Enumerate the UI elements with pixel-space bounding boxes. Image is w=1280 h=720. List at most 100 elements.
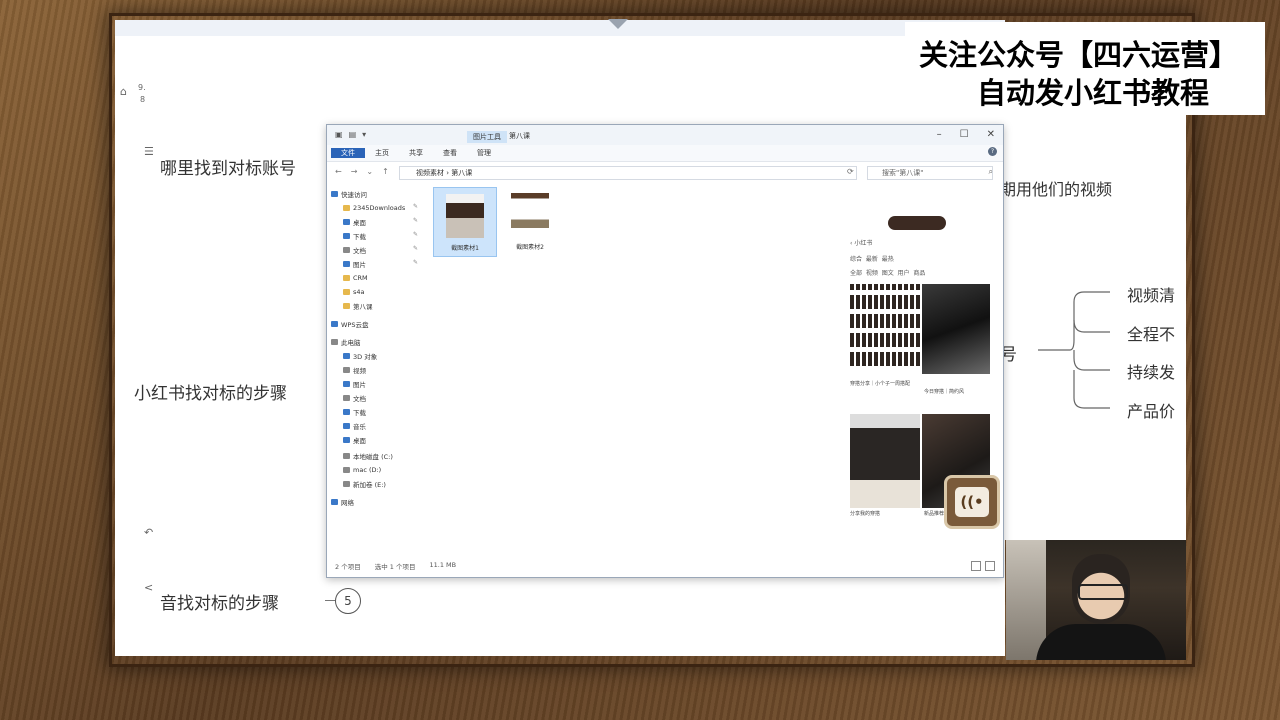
download-icon	[343, 233, 350, 239]
pin-icon: ✎	[413, 259, 419, 266]
presenter-body	[1036, 624, 1166, 660]
navigation-pane[interactable]: 快速访问 2345Downloads 桌面 下载 文档 图片 CRM s4a 第…	[331, 189, 427, 529]
back-icon[interactable]: ←	[335, 167, 342, 176]
undo-icon[interactable]: ↶	[144, 527, 153, 538]
nav-item[interactable]: 图片	[343, 379, 366, 389]
preview-photo	[922, 284, 990, 374]
dropdown-icon[interactable]: ▾	[362, 130, 366, 139]
forward-icon[interactable]: →	[351, 167, 358, 176]
collapse-arrow-icon[interactable]	[608, 19, 628, 29]
pin-icon: ✎	[413, 245, 419, 252]
address-bar[interactable]: 视频素材 › 第八课	[399, 166, 857, 180]
file-thumbnail[interactable]: 截图素材2	[499, 187, 561, 255]
nav-item[interactable]: 3D 对象	[343, 351, 377, 361]
background-shelf	[1006, 540, 1046, 660]
nav-item[interactable]: 桌面	[343, 435, 366, 445]
desktop-icon	[343, 219, 350, 225]
list-icon[interactable]: ☰	[144, 146, 154, 157]
nav-item[interactable]: 2345Downloads	[343, 203, 405, 213]
nav-item[interactable]: 文档	[343, 245, 366, 255]
nav-item[interactable]: CRM	[343, 273, 368, 283]
drive-icon	[343, 453, 350, 459]
view-toggle[interactable]	[971, 561, 995, 571]
nav-item[interactable]: 图片	[343, 259, 366, 269]
pin-icon: ✎	[413, 203, 419, 210]
nav-item[interactable]: mac (D:)	[343, 465, 381, 475]
preview-caption: 分享我的穿搭	[850, 511, 881, 517]
banner-line-1: 关注公众号【四六运营】	[919, 38, 1239, 72]
toolbar-label: 9.	[138, 83, 146, 92]
window-title: 第八课	[509, 132, 530, 140]
large-icons-view-icon[interactable]	[985, 561, 995, 571]
video-icon	[343, 367, 350, 373]
node-find-benchmark-account[interactable]: 哪里找到对标账号	[160, 154, 296, 179]
document-icon	[343, 395, 350, 401]
node-douyin-steps[interactable]: 音找对标的步骤	[160, 589, 279, 614]
node-use-their-videos[interactable]: 期用他们的视频	[1000, 176, 1112, 200]
branch-item[interactable]: 持续发	[1127, 359, 1175, 383]
nav-quick-access[interactable]: 快速访问	[331, 189, 367, 199]
refresh-icon[interactable]: ⟳	[847, 167, 854, 176]
ribbon-tab-manage[interactable]: 管理	[467, 148, 501, 158]
branch-item[interactable]: 产品价	[1127, 398, 1175, 422]
window-controls[interactable]: – ☐ ✕	[937, 129, 995, 140]
pictures-icon	[343, 381, 350, 387]
network-icon	[331, 499, 338, 505]
nav-item[interactable]: 下载	[343, 231, 366, 241]
search-icon[interactable]: ⌕	[989, 167, 993, 177]
preview-filters: 全部 视频 图文 用户 商品	[850, 270, 926, 277]
nav-arrows[interactable]: ← → ⌄ ↑	[335, 167, 389, 176]
up-icon[interactable]: ↑	[382, 167, 389, 176]
nav-item[interactable]: 本地磁盘 (C:)	[343, 451, 393, 461]
nav-item[interactable]: 音乐	[343, 421, 366, 431]
explorer-titlebar[interactable]: ▣ ▤ ▾ 图片工具 第八课 – ☐ ✕	[327, 125, 1003, 145]
computer-icon	[331, 339, 338, 345]
maximize-icon[interactable]: ☐	[960, 129, 969, 140]
details-view-icon[interactable]	[971, 561, 981, 571]
floating-app-icon[interactable]: ((•	[944, 475, 1000, 529]
file-name: 截图素材2	[516, 244, 544, 251]
nav-item[interactable]: WPS云盘	[331, 319, 368, 329]
help-icon[interactable]: ?	[988, 147, 997, 156]
presenter-glasses	[1078, 584, 1128, 600]
search-input[interactable]: 搜索"第八课"	[867, 166, 993, 180]
preview-image-grid	[850, 284, 920, 366]
pin-icon: ✎	[413, 217, 419, 224]
new-folder-icon[interactable]: ▤	[349, 130, 357, 139]
cloud-icon	[331, 321, 338, 327]
nav-item[interactable]: 桌面	[343, 217, 366, 227]
pin-icon: ✎	[413, 231, 419, 238]
preview-search: ‹ 小红书	[850, 240, 873, 247]
collapse-count-badge[interactable]: 5	[335, 588, 361, 614]
nav-item[interactable]: 新加卷 (E:)	[343, 479, 386, 489]
folder-icon	[343, 205, 350, 211]
nav-item[interactable]: s4a	[343, 287, 365, 297]
folder-icon	[343, 289, 350, 295]
nav-item[interactable]: 第八课	[343, 301, 373, 311]
file-name: 截图素材1	[451, 245, 479, 252]
ribbon-tab-file[interactable]: 文件	[331, 148, 365, 158]
branch-item[interactable]: 全程不	[1127, 321, 1175, 345]
branch-item[interactable]: 视频清	[1127, 282, 1175, 306]
ribbon-tab-share[interactable]: 共享	[399, 148, 433, 158]
outline-icon[interactable]: ⌂	[120, 86, 127, 97]
nav-this-pc[interactable]: 此电脑	[331, 337, 361, 347]
quick-access-toolbar[interactable]: ▣ ▤ ▾	[335, 130, 366, 139]
nav-item[interactable]: 下载	[343, 407, 366, 417]
picture-tools-tab[interactable]: 图片工具	[467, 131, 507, 143]
node-xhs-steps[interactable]: 小红书找对标的步骤	[134, 379, 287, 404]
nav-item[interactable]: 文档	[343, 393, 366, 403]
promo-banner: 关注公众号【四六运营】 自动发小红书教程	[905, 22, 1265, 115]
folder-icon	[343, 303, 350, 309]
minimize-icon[interactable]: –	[937, 129, 942, 140]
ribbon-tab-view[interactable]: 查看	[433, 148, 467, 158]
properties-icon[interactable]: ▣	[335, 130, 343, 139]
recent-icon[interactable]: ⌄	[366, 167, 373, 176]
collapse-left-icon[interactable]: <	[144, 582, 153, 593]
ribbon-tab-home[interactable]: 主页	[365, 148, 399, 158]
file-thumbnail-selected[interactable]: 截图素材1	[433, 187, 497, 257]
ribbon-tabs[interactable]: 文件 主页 共享 查看 管理	[327, 145, 1003, 162]
close-icon[interactable]: ✕	[987, 129, 995, 140]
nav-item[interactable]: 视频	[343, 365, 366, 375]
nav-network[interactable]: 网络	[331, 497, 354, 507]
